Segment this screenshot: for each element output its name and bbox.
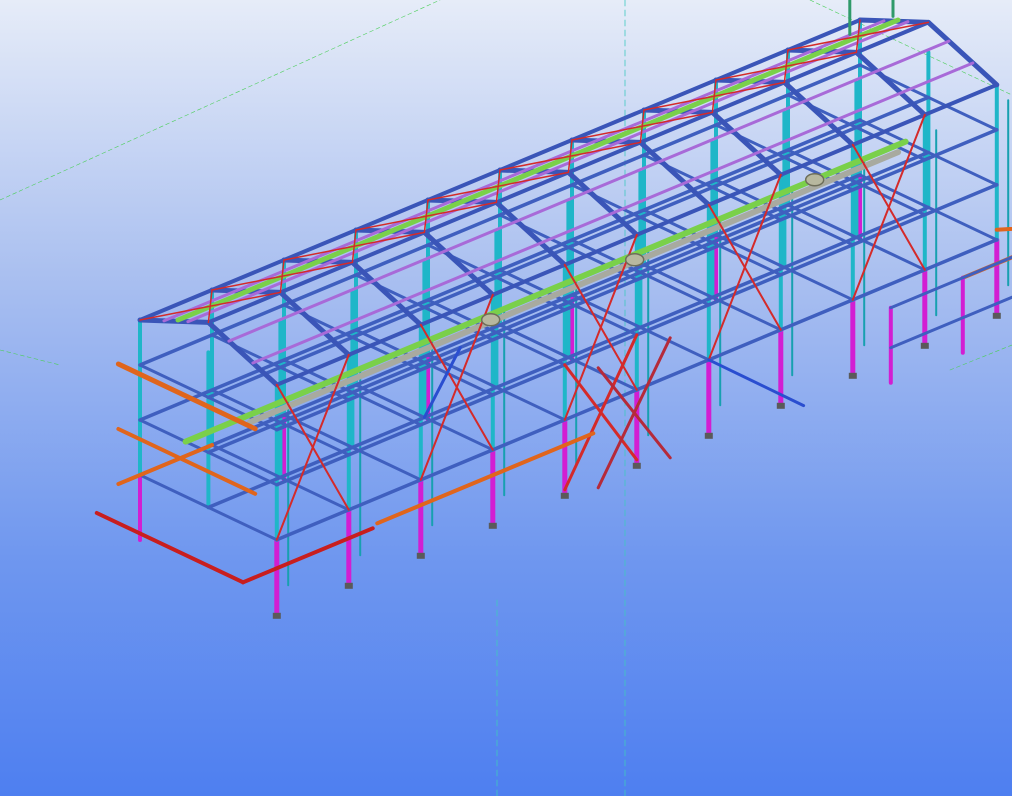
base-plate[interactable] (344, 582, 353, 589)
base-plate[interactable] (776, 402, 785, 409)
roof-purlin[interactable] (227, 39, 951, 343)
roof-purlin[interactable] (186, 20, 910, 324)
base-plate[interactable] (632, 462, 641, 469)
grating-walkway[interactable] (182, 138, 909, 445)
roof-rafter[interactable] (925, 19, 1000, 88)
grid-line (949, 344, 1012, 371)
roof-rafter[interactable] (853, 49, 928, 118)
steel-structure[interactable] (94, 0, 1012, 619)
base-plate[interactable] (848, 372, 857, 379)
base-plate[interactable] (992, 312, 1001, 319)
3d-model-viewport[interactable] (0, 0, 1012, 796)
equipment-vessel[interactable] (480, 312, 501, 327)
grid-line (0, 349, 61, 366)
process-pipe[interactable] (247, 149, 902, 426)
diagonal-strut[interactable] (707, 358, 806, 408)
base-plate[interactable] (488, 522, 497, 529)
equipment-vessel[interactable] (804, 172, 825, 187)
grid-line (809, 0, 1012, 96)
base-plate[interactable] (920, 342, 929, 349)
platform-edge[interactable] (94, 511, 246, 585)
base-plate[interactable] (560, 492, 569, 499)
base-plate[interactable] (416, 552, 425, 559)
base-plate[interactable] (272, 612, 281, 619)
grid-line (0, 0, 441, 201)
roof-rafter[interactable] (137, 317, 211, 325)
equipment-vessel[interactable] (624, 252, 645, 267)
structural-steel-model[interactable] (0, 0, 1012, 796)
base-plate[interactable] (704, 432, 713, 439)
platform-edge[interactable] (241, 526, 375, 585)
platform-beam[interactable] (994, 224, 1012, 232)
